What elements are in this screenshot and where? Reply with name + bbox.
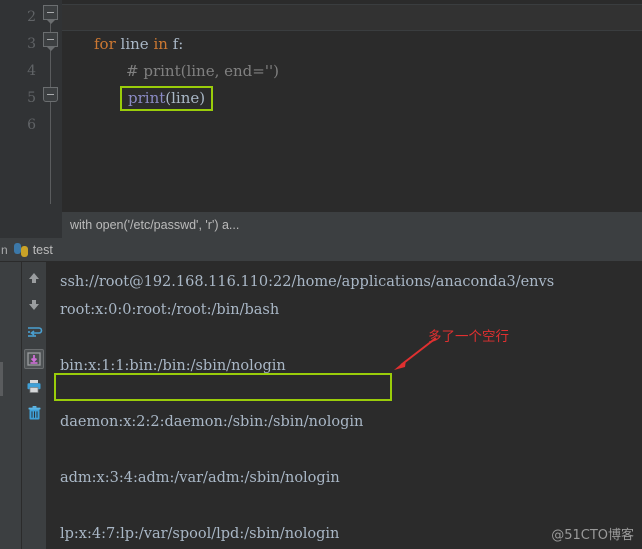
variable-f: f: bbox=[298, 8, 309, 26]
comma: , bbox=[241, 8, 251, 26]
line-number: 2 bbox=[27, 9, 36, 25]
breadcrumb[interactable]: with open('/etc/passwd', 'r') a... bbox=[62, 218, 239, 232]
code-area[interactable]: with open('/etc/passwd', 'r') as f: for … bbox=[62, 0, 642, 212]
scrollbar-thumb[interactable] bbox=[0, 362, 3, 396]
paren: ) bbox=[199, 89, 206, 107]
run-window-title: n bbox=[1, 242, 8, 257]
scroll-to-end-icon[interactable] bbox=[24, 349, 44, 369]
function-open: open bbox=[100, 8, 138, 26]
variable-line: line bbox=[171, 89, 200, 107]
soft-wrap-icon[interactable] bbox=[24, 322, 44, 342]
red-arrow-icon bbox=[394, 337, 437, 370]
tab-test[interactable]: test bbox=[12, 238, 61, 262]
path-word-spellcheck: passwd bbox=[180, 8, 238, 28]
variable-f: f: bbox=[172, 35, 184, 53]
line-number: 5 bbox=[27, 90, 36, 106]
code-line-print[interactable]: print(line) bbox=[62, 85, 642, 112]
scroll-up-icon[interactable] bbox=[24, 268, 44, 288]
run-console[interactable]: ssh://root@192.168.116.110:22/home/appli… bbox=[0, 262, 642, 549]
console-line: adm:x:3:4:adm:/var/adm:/sbin/nologin bbox=[60, 470, 340, 486]
string-mode: 'r' bbox=[250, 8, 267, 26]
run-tool-window-tabbar[interactable]: n test bbox=[0, 238, 642, 262]
console-line: ssh://root@192.168.116.110:22/home/appli… bbox=[60, 274, 555, 290]
console-line: root:x:0:0:root:/root:/bin/bash bbox=[60, 302, 280, 318]
line-number: 6 bbox=[27, 117, 36, 133]
breadcrumb-gutter-pad bbox=[0, 212, 62, 238]
comment-text: # print(line, end='') bbox=[126, 62, 279, 80]
print-highlight-box: print(line) bbox=[120, 86, 214, 111]
annotation-note: 多了一个空行 bbox=[428, 329, 509, 345]
paren: ) bbox=[266, 8, 273, 26]
fold-gutter[interactable] bbox=[40, 0, 62, 212]
keyword-for: for bbox=[94, 35, 116, 53]
path-prefix: /etc/ bbox=[147, 8, 181, 26]
trash-icon[interactable] bbox=[24, 403, 44, 423]
print-icon[interactable] bbox=[24, 376, 44, 396]
keyword-as: as bbox=[276, 8, 294, 26]
tool-window-rail[interactable] bbox=[0, 262, 22, 549]
keyword-with: with bbox=[62, 8, 96, 26]
console-output[interactable]: ssh://root@192.168.116.110:22/home/appli… bbox=[46, 262, 642, 549]
function-print: print bbox=[128, 89, 166, 107]
breadcrumb-bar[interactable]: with open('/etc/passwd', 'r') a... bbox=[0, 212, 642, 238]
code-editor[interactable]: 2 3 4 5 6 with open('/etc/passwd', 'r') … bbox=[0, 0, 642, 212]
scroll-down-icon[interactable] bbox=[24, 295, 44, 315]
code-line-comment[interactable]: # print(line, end='') bbox=[62, 58, 642, 85]
code-line-empty[interactable] bbox=[62, 112, 642, 139]
editor-gutter: 2 3 4 5 6 bbox=[0, 0, 40, 212]
python-icon bbox=[13, 242, 28, 257]
variable-line: line bbox=[120, 35, 149, 53]
code-line-for[interactable]: for line in f: bbox=[62, 31, 642, 58]
console-line: daemon:x:2:2:daemon:/sbin:/sbin/nologin bbox=[60, 414, 364, 430]
fold-marker-for[interactable] bbox=[43, 32, 58, 51]
keyword-in: in bbox=[153, 35, 168, 53]
code-line-with[interactable]: with open('/etc/passwd', 'r') as f: bbox=[62, 4, 642, 31]
console-toolbar[interactable] bbox=[22, 262, 46, 549]
tab-label: test bbox=[32, 242, 53, 257]
watermark: @51CTO博客 bbox=[551, 528, 634, 543]
text-cursor bbox=[309, 9, 311, 25]
blank-line-highlight-box bbox=[54, 373, 392, 401]
line-number: 3 bbox=[27, 36, 36, 52]
fold-marker-end[interactable] bbox=[43, 87, 58, 102]
line-number: 4 bbox=[27, 63, 36, 79]
fold-marker-with[interactable] bbox=[43, 5, 58, 24]
ide-window: 2 3 4 5 6 with open('/etc/passwd', 'r') … bbox=[0, 0, 642, 549]
